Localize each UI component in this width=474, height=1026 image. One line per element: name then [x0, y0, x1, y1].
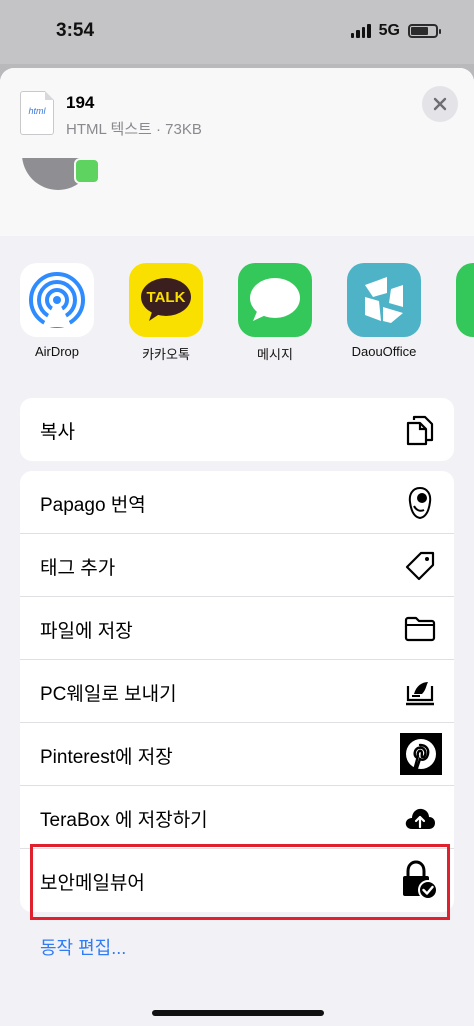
status-indicators: 5G	[350, 22, 441, 40]
messages-icon	[238, 263, 312, 337]
action-save-to-terabox[interactable]: TeraBox 에 저장하기	[20, 786, 454, 849]
app-label: 카카오톡	[142, 347, 190, 362]
action-label: TeraBox 에 저장하기	[40, 810, 208, 831]
secure-lock-icon	[398, 860, 438, 900]
edit-actions-link[interactable]: 동작 편집...	[40, 934, 126, 960]
network-type: 5G	[378, 22, 400, 39]
app-airdrop[interactable]: AirDrop	[18, 263, 96, 359]
daouoffice-icon	[347, 263, 421, 337]
folder-icon	[402, 611, 438, 647]
action-copy[interactable]: 복사	[20, 398, 454, 461]
pinterest-icon	[400, 733, 442, 775]
action-label: 태그 추가	[40, 558, 116, 579]
close-button[interactable]	[422, 86, 458, 122]
action-save-to-files[interactable]: 파일에 저장	[20, 597, 454, 660]
html-file-icon: html	[20, 91, 54, 135]
action-label: PC웨일로 보내기	[40, 684, 177, 705]
action-label: Pinterest에 저장	[40, 747, 173, 768]
file-meta: HTML 텍스트 · 73KB	[66, 121, 202, 138]
tag-icon	[402, 548, 438, 584]
action-save-to-pinterest[interactable]: Pinterest에 저장	[20, 723, 454, 786]
copy-group: 복사	[20, 398, 454, 461]
close-icon	[433, 97, 447, 111]
airdrop-icon	[20, 263, 94, 337]
actions-group: Papago 번역 태그 추가 파일에 저장 PC웨일로 보내기 Pintere…	[20, 471, 454, 912]
action-label: Papago 번역	[40, 495, 146, 516]
app-partial-icon	[456, 263, 474, 337]
battery-icon	[408, 24, 441, 38]
app-messages[interactable]: 메시지	[236, 263, 314, 363]
kakaotalk-icon-text: TALK	[146, 289, 186, 306]
action-label: 보안메일뷰어	[40, 873, 145, 894]
share-header: html 194 HTML 텍스트 · 73KB	[0, 68, 474, 159]
share-sheet: html 194 HTML 텍스트 · 73KB AirDrop TALK 카카…	[0, 68, 474, 1026]
messages-badge-icon	[74, 158, 100, 184]
whale-pc-icon	[402, 674, 438, 710]
status-time: 3:54	[56, 20, 95, 41]
app-daouoffice[interactable]: DaouOffice	[345, 263, 423, 359]
app-label: DaouOffice	[351, 344, 417, 359]
app-label: 메시지	[257, 347, 293, 362]
cloud-upload-icon	[402, 800, 438, 836]
home-indicator[interactable]	[152, 1010, 324, 1016]
action-send-to-whale-pc[interactable]: PC웨일로 보내기	[20, 660, 454, 723]
kakaotalk-icon: TALK	[129, 263, 203, 337]
papago-icon	[402, 485, 438, 521]
status-bar: 3:54 5G	[0, 0, 474, 64]
file-name: 194	[66, 93, 95, 112]
app-label: AirDrop	[34, 344, 80, 359]
app-kakaotalk[interactable]: TALK 카카오톡	[127, 263, 205, 363]
action-secure-mail-viewer[interactable]: 보안메일뷰어	[20, 849, 454, 912]
action-add-tag[interactable]: 태그 추가	[20, 534, 454, 597]
copy-icon	[402, 412, 438, 448]
airdrop-people-strip[interactable]	[0, 158, 474, 237]
app-partial-next[interactable]	[454, 263, 474, 337]
action-label: 파일에 저장	[40, 621, 133, 642]
action-label: 복사	[40, 422, 75, 443]
share-apps-row: AirDrop TALK 카카오톡 메시지 DaouOffice	[0, 236, 474, 366]
action-papago[interactable]: Papago 번역	[20, 471, 454, 534]
cellular-signal-icon	[350, 24, 371, 38]
